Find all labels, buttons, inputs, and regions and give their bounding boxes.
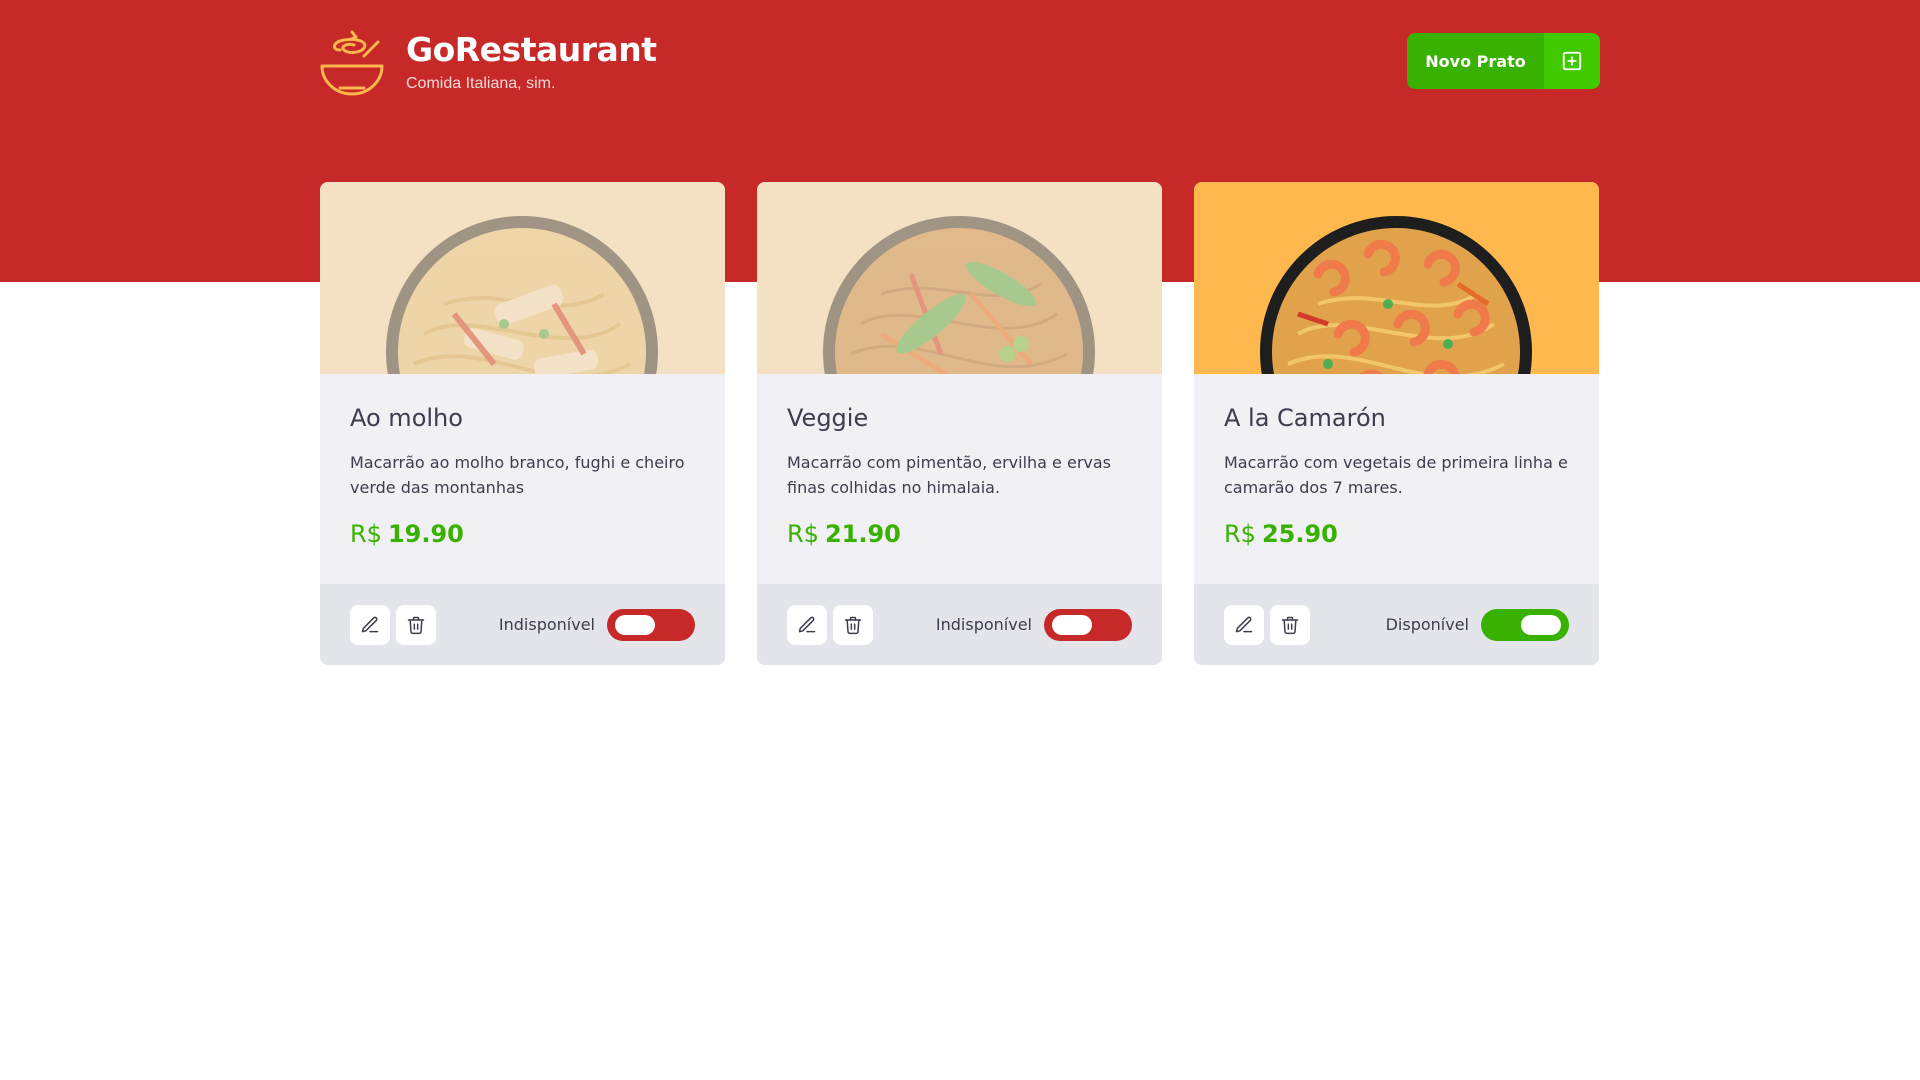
price-currency: R$ [350, 520, 382, 548]
new-dish-label: Novo Prato [1407, 33, 1544, 89]
dish-card-footer: Indisponível [757, 584, 1162, 665]
availability: Disponível [1385, 608, 1569, 641]
dish-card: Ao molho Macarrão ao molho branco, fughi… [320, 182, 725, 665]
delete-dish-button[interactable] [833, 604, 873, 645]
dish-description: Macarrão com pimentão, ervilha e ervas f… [787, 453, 1112, 497]
availability: Indisponível [935, 608, 1132, 641]
edit-pencil-icon [361, 616, 379, 632]
availability-label: Indisponível [498, 615, 595, 634]
delete-dish-button[interactable] [1270, 604, 1310, 645]
availability-toggle[interactable] [607, 608, 695, 641]
dish-price: R$ 19.90 [350, 520, 695, 548]
new-dish-button[interactable]: Novo Prato [1407, 33, 1600, 89]
dish-card-footer: Indisponível [320, 584, 725, 665]
edit-dish-button[interactable] [350, 604, 390, 645]
app-subtitle: Comida Italiana, sim. [406, 75, 556, 92]
logo: GoRestaurant Comida Italiana, sim. [318, 28, 657, 96]
availability-label: Indisponível [935, 615, 1032, 634]
dish-list: Ao molho Macarrão ao molho branco, fughi… [320, 182, 1599, 665]
plus-square-icon [1544, 33, 1600, 89]
dish-image [320, 182, 725, 374]
dish-price: R$ 21.90 [787, 520, 1132, 548]
trash-icon [844, 616, 862, 634]
app-title: GoRestaurant [406, 30, 657, 69]
bowl-logo-icon [320, 30, 384, 96]
dish-image [757, 182, 1162, 374]
dish-description: Macarrão ao molho branco, fughi e cheiro… [350, 453, 685, 497]
dish-name: Ao molho [350, 404, 463, 432]
dish-name: Veggie [787, 404, 869, 432]
price-value: 25.90 [1261, 520, 1338, 548]
trash-icon [1281, 616, 1299, 634]
toggle-knob [1052, 614, 1092, 635]
toggle-knob [615, 614, 655, 635]
edit-pencil-icon [798, 616, 816, 632]
edit-pencil-icon [1235, 616, 1253, 632]
trash-icon [407, 616, 425, 634]
dish-name: A la Camarón [1224, 404, 1386, 432]
dish-card: Veggie Macarrão com pimentão, ervilha e … [757, 182, 1162, 665]
toggle-knob [1521, 614, 1561, 635]
pasta-bowl-image [386, 216, 658, 374]
price-currency: R$ [787, 520, 819, 548]
dish-image [1194, 182, 1599, 374]
dish-price: R$ 25.90 [1224, 520, 1569, 548]
dish-card: A la Camarón Macarrão com vegetais de pr… [1194, 182, 1599, 665]
pasta-bowl-image [1260, 216, 1532, 374]
dish-card-footer: Disponível [1194, 584, 1599, 665]
availability: Indisponível [498, 608, 695, 641]
price-value: 21.90 [824, 520, 901, 548]
delete-dish-button[interactable] [396, 604, 436, 645]
availability-toggle[interactable] [1044, 608, 1132, 641]
availability-label: Disponível [1385, 615, 1469, 634]
availability-toggle[interactable] [1481, 608, 1569, 641]
edit-dish-button[interactable] [787, 604, 827, 645]
pasta-bowl-image [823, 216, 1095, 374]
dish-description: Macarrão com vegetais de primeira linha … [1224, 453, 1568, 497]
price-value: 19.90 [387, 520, 464, 548]
price-currency: R$ [1224, 520, 1256, 548]
edit-dish-button[interactable] [1224, 604, 1264, 645]
